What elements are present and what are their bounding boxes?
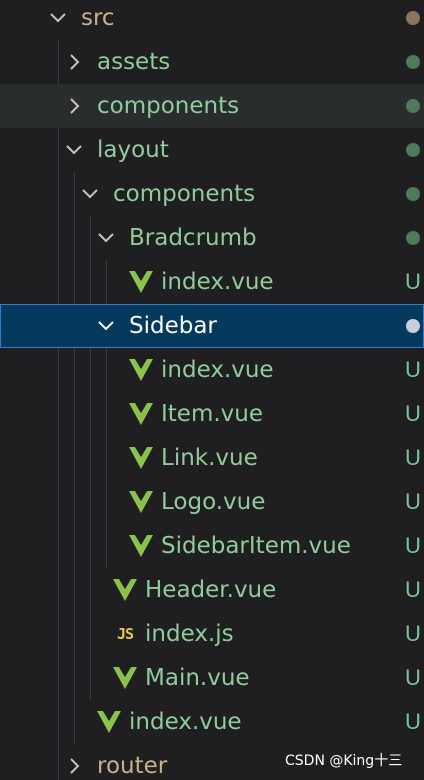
tree-item[interactable]: layout — [0, 128, 424, 172]
tree-item-label: Link.vue — [161, 445, 258, 471]
git-modified-dot — [406, 11, 420, 25]
file-explorer-tree: src assets components layout components Bradc… — [0, 0, 424, 780]
tree-item-label: Logo.vue — [161, 489, 266, 515]
tree-item[interactable]: Sidebar — [0, 304, 424, 348]
tree-item-label: layout — [97, 137, 169, 163]
untracked-badge: U — [405, 489, 421, 514]
tree-item[interactable]: Main.vue U — [0, 656, 424, 700]
chevron-down-icon[interactable] — [96, 216, 116, 260]
vue-file-icon — [128, 524, 154, 568]
tree-item-label: components — [97, 93, 240, 119]
tree-item[interactable]: components — [0, 172, 424, 216]
chevron-down-icon[interactable] — [80, 172, 100, 216]
tree-item[interactable]: assets — [0, 40, 424, 84]
tree-item[interactable]: index.vue U — [0, 700, 424, 744]
vue-file-icon — [128, 348, 154, 392]
tree-item-label: components — [113, 181, 256, 207]
tree-item[interactable]: Bradcrumb — [0, 216, 424, 260]
git-modified-dot — [406, 143, 420, 157]
tree-item[interactable]: Logo.vue U — [0, 480, 424, 524]
tree-item[interactable]: Header.vue U — [0, 568, 424, 612]
tree-item-label: router — [97, 753, 168, 779]
tree-item[interactable]: Link.vue U — [0, 436, 424, 480]
chevron-down-icon[interactable] — [48, 0, 68, 40]
tree-item[interactable]: SidebarItem.vue U — [0, 524, 424, 568]
tree-item[interactable]: index.vue U — [0, 260, 424, 304]
chevron-right-icon[interactable] — [64, 84, 84, 128]
tree-item-label: SidebarItem.vue — [161, 533, 351, 559]
tree-item-label: assets — [97, 49, 171, 75]
vue-file-icon — [128, 392, 154, 436]
javascript-file-icon: JS — [116, 625, 134, 643]
untracked-badge: U — [405, 709, 421, 734]
tree-item-label: Main.vue — [145, 665, 250, 691]
untracked-badge: U — [405, 577, 421, 602]
chevron-right-icon[interactable] — [64, 40, 84, 84]
tree-item-label: index.vue — [161, 357, 274, 383]
tree-item-label: Item.vue — [161, 401, 264, 427]
tree-item-label: index.vue — [129, 709, 242, 735]
untracked-badge: U — [405, 269, 421, 294]
untracked-badge: U — [405, 665, 421, 690]
vue-file-icon — [128, 260, 154, 304]
chevron-down-icon[interactable] — [96, 304, 116, 348]
tree-item-label: index.vue — [161, 269, 274, 295]
git-modified-dot — [406, 187, 420, 201]
untracked-badge: U — [405, 533, 421, 558]
vue-file-icon — [128, 436, 154, 480]
tree-item-label: Header.vue — [145, 577, 277, 603]
untracked-badge: U — [405, 357, 421, 382]
git-modified-dot — [406, 319, 420, 333]
vue-file-icon — [128, 480, 154, 524]
tree-item-label: index.js — [145, 621, 234, 647]
vue-file-icon — [112, 568, 138, 612]
untracked-badge: U — [405, 401, 421, 426]
tree-item[interactable]: components — [0, 84, 424, 128]
tree-item[interactable]: index.vue U — [0, 348, 424, 392]
git-modified-dot — [406, 99, 420, 113]
git-modified-dot — [406, 231, 420, 245]
git-modified-dot — [406, 55, 420, 69]
tree-item-label: Bradcrumb — [129, 225, 257, 251]
vue-file-icon — [112, 656, 138, 700]
vue-file-icon — [96, 700, 122, 744]
watermark: CSDN @King十三 — [285, 753, 403, 769]
tree-item-label: Sidebar — [129, 313, 217, 339]
untracked-badge: U — [405, 445, 421, 470]
chevron-down-icon[interactable] — [64, 128, 84, 172]
tree-item[interactable]: Item.vue U — [0, 392, 424, 436]
chevron-right-icon[interactable] — [64, 744, 84, 780]
untracked-badge: U — [405, 621, 421, 646]
tree-item[interactable]: JS index.js U — [0, 612, 424, 656]
tree-item[interactable]: src — [0, 0, 424, 40]
tree-item-label: src — [81, 5, 115, 31]
